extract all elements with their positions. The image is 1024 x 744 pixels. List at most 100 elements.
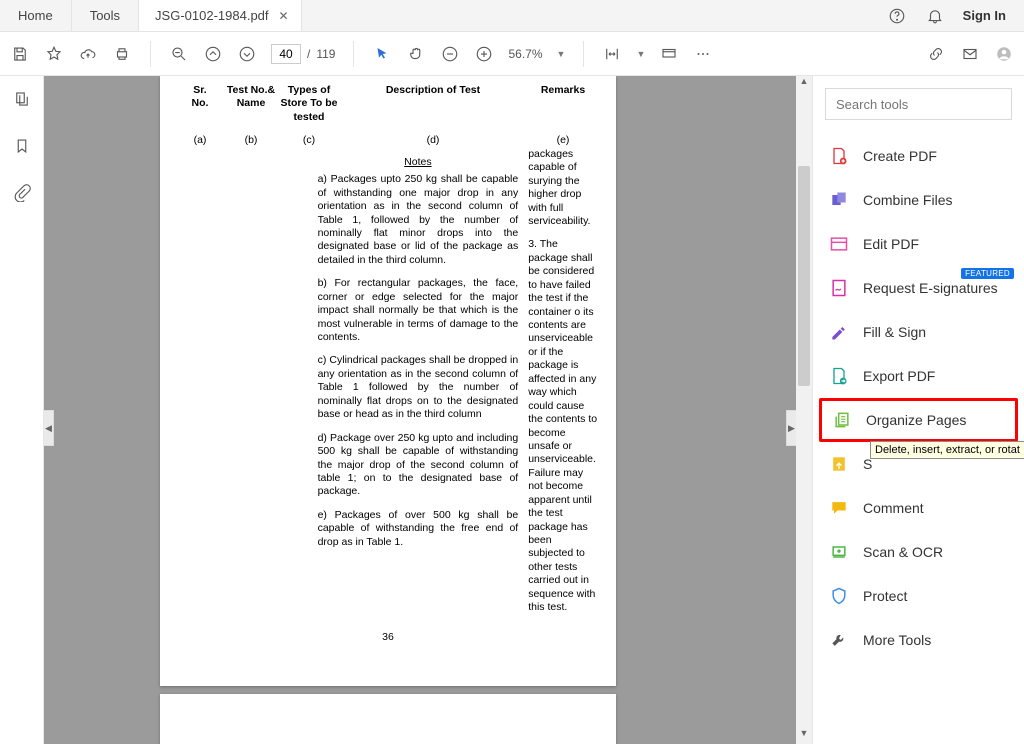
col-header: Store To be bbox=[281, 97, 338, 109]
tool-combine-files[interactable]: Combine Files bbox=[819, 178, 1018, 222]
tool-fill-sign[interactable]: Fill & Sign bbox=[819, 310, 1018, 354]
sign-in-link[interactable]: Sign In bbox=[963, 8, 1006, 23]
col-header: tested bbox=[294, 111, 325, 123]
doc-paragraph: a) Packages upto 250 kg shall be capable… bbox=[318, 173, 519, 267]
col-header: Sr. bbox=[193, 84, 206, 96]
combine-files-icon bbox=[829, 190, 849, 210]
collapse-right-icon[interactable]: ▶ bbox=[786, 410, 796, 446]
col-header: Description of Test bbox=[338, 84, 528, 124]
main-toolbar: / 119 56.7% ▼ ▼ bbox=[0, 32, 1024, 76]
select-tool-icon[interactable] bbox=[372, 44, 392, 64]
read-mode-icon[interactable] bbox=[659, 44, 679, 64]
tool-organize-pages[interactable]: Organize Pages Delete, insert, extract, … bbox=[819, 398, 1018, 442]
scroll-thumb[interactable] bbox=[798, 166, 810, 386]
share-link-icon[interactable] bbox=[926, 44, 946, 64]
collapse-left-icon[interactable]: ◀ bbox=[44, 410, 54, 446]
zoom-out-magnifier-icon[interactable] bbox=[169, 44, 189, 64]
tool-label: Protect bbox=[863, 588, 907, 604]
featured-badge: FEATURED bbox=[961, 268, 1014, 279]
bell-icon[interactable] bbox=[925, 6, 945, 26]
protect-icon bbox=[829, 586, 849, 606]
print-icon[interactable] bbox=[112, 44, 132, 64]
zoom-out-icon[interactable] bbox=[440, 44, 460, 64]
tool-request-esignatures[interactable]: FEATURED Request E-signatures bbox=[819, 266, 1018, 310]
tool-label: Scan & OCR bbox=[863, 544, 943, 560]
export-pdf-icon bbox=[829, 366, 849, 386]
tool-edit-pdf[interactable]: Edit PDF bbox=[819, 222, 1018, 266]
tool-label: More Tools bbox=[863, 632, 931, 648]
search-tools-input[interactable] bbox=[825, 88, 1012, 120]
scroll-up-icon[interactable]: ▲ bbox=[796, 76, 812, 92]
attachment-icon[interactable] bbox=[13, 184, 31, 207]
more-tools-icon[interactable] bbox=[693, 44, 713, 64]
organize-tooltip: Delete, insert, extract, or rotat bbox=[870, 441, 1024, 459]
scroll-down-icon[interactable]: ▼ bbox=[796, 728, 812, 744]
bookmark-icon[interactable] bbox=[13, 137, 31, 160]
tool-more-tools[interactable]: More Tools bbox=[819, 618, 1018, 662]
doc-paragraph: packages capable of surying the higher d… bbox=[528, 148, 598, 229]
remarks-column: packages capable of surying the higher d… bbox=[528, 148, 598, 625]
page-down-icon[interactable] bbox=[237, 44, 257, 64]
help-icon[interactable] bbox=[887, 6, 907, 26]
page-up-icon[interactable] bbox=[203, 44, 223, 64]
page-current: Sr.No. Test No.&Name Types ofStore To be… bbox=[160, 76, 616, 686]
create-pdf-icon bbox=[829, 146, 849, 166]
zoom-in-icon[interactable] bbox=[474, 44, 494, 64]
page-total: 119 bbox=[316, 47, 335, 61]
tab-strip: Home Tools JSG-0102-1984.pdf ✕ Sign In bbox=[0, 0, 1024, 32]
tool-label: Export PDF bbox=[863, 368, 935, 384]
tool-label: Edit PDF bbox=[863, 236, 919, 252]
notes-heading: Notes bbox=[318, 156, 519, 169]
tab-tools[interactable]: Tools bbox=[72, 0, 139, 31]
fit-chevron-icon[interactable]: ▼ bbox=[636, 49, 645, 59]
vertical-scrollbar[interactable]: ▲ ▼ bbox=[796, 76, 812, 744]
email-icon[interactable] bbox=[960, 44, 980, 64]
col-header: Name bbox=[237, 97, 266, 109]
save-icon[interactable] bbox=[10, 44, 30, 64]
doc-paragraph: 3. The package shall be considered to ha… bbox=[528, 238, 598, 614]
page-next-peek bbox=[160, 694, 616, 744]
more-tools-wrench-icon bbox=[829, 630, 849, 650]
col-sub: (e) bbox=[528, 134, 598, 147]
tool-label: Create PDF bbox=[863, 148, 937, 164]
tab-home[interactable]: Home bbox=[0, 0, 72, 31]
tool-label: Combine Files bbox=[863, 192, 952, 208]
page-sep: / bbox=[307, 47, 310, 61]
account-icon[interactable] bbox=[994, 44, 1014, 64]
tool-protect[interactable]: Protect bbox=[819, 574, 1018, 618]
fit-width-icon[interactable] bbox=[602, 44, 622, 64]
thumbnails-icon[interactable] bbox=[13, 90, 31, 113]
col-sub: (b) bbox=[222, 134, 280, 147]
description-column: Notes a) Packages upto 250 kg shall be c… bbox=[318, 148, 529, 625]
cloud-upload-icon[interactable] bbox=[78, 44, 98, 64]
document-tab-label: JSG-0102-1984.pdf bbox=[155, 8, 268, 23]
zoom-chevron-icon[interactable]: ▼ bbox=[557, 49, 566, 59]
tool-scan-ocr[interactable]: Scan & OCR bbox=[819, 530, 1018, 574]
edit-pdf-icon bbox=[829, 234, 849, 254]
page-current-input[interactable] bbox=[271, 44, 301, 64]
page-indicator: / 119 bbox=[271, 44, 335, 64]
organize-pages-icon bbox=[832, 410, 852, 430]
document-viewer[interactable]: ◀ ▶ Sr.No. Test No.&Name Types ofStore T… bbox=[44, 76, 812, 744]
tool-export-pdf[interactable]: Export PDF bbox=[819, 354, 1018, 398]
zoom-level[interactable]: 56.7% bbox=[508, 47, 542, 61]
tool-create-pdf[interactable]: Create PDF bbox=[819, 134, 1018, 178]
close-tab-icon[interactable]: ✕ bbox=[279, 9, 289, 23]
star-icon[interactable] bbox=[44, 44, 64, 64]
col-sub: (a) bbox=[178, 134, 222, 147]
doc-paragraph: d) Package over 250 kg upto and includin… bbox=[318, 432, 519, 499]
hand-tool-icon[interactable] bbox=[406, 44, 426, 64]
col-header: Types of bbox=[288, 84, 330, 96]
main-region: ◀ ▶ Sr.No. Test No.&Name Types ofStore T… bbox=[0, 76, 1024, 744]
col-header: No. bbox=[192, 97, 209, 109]
tool-label: Organize Pages bbox=[866, 412, 966, 428]
tool-label: Request E-signatures bbox=[863, 280, 998, 296]
comment-icon bbox=[829, 498, 849, 518]
doc-paragraph: b) For rectangular packages, the face, c… bbox=[318, 277, 519, 344]
tab-document[interactable]: JSG-0102-1984.pdf ✕ bbox=[139, 0, 302, 31]
col-sub: (d) bbox=[338, 134, 528, 147]
tool-label: Comment bbox=[863, 500, 924, 516]
fill-sign-icon bbox=[829, 322, 849, 342]
tool-comment[interactable]: Comment bbox=[819, 486, 1018, 530]
col-sub: (c) bbox=[280, 134, 338, 147]
